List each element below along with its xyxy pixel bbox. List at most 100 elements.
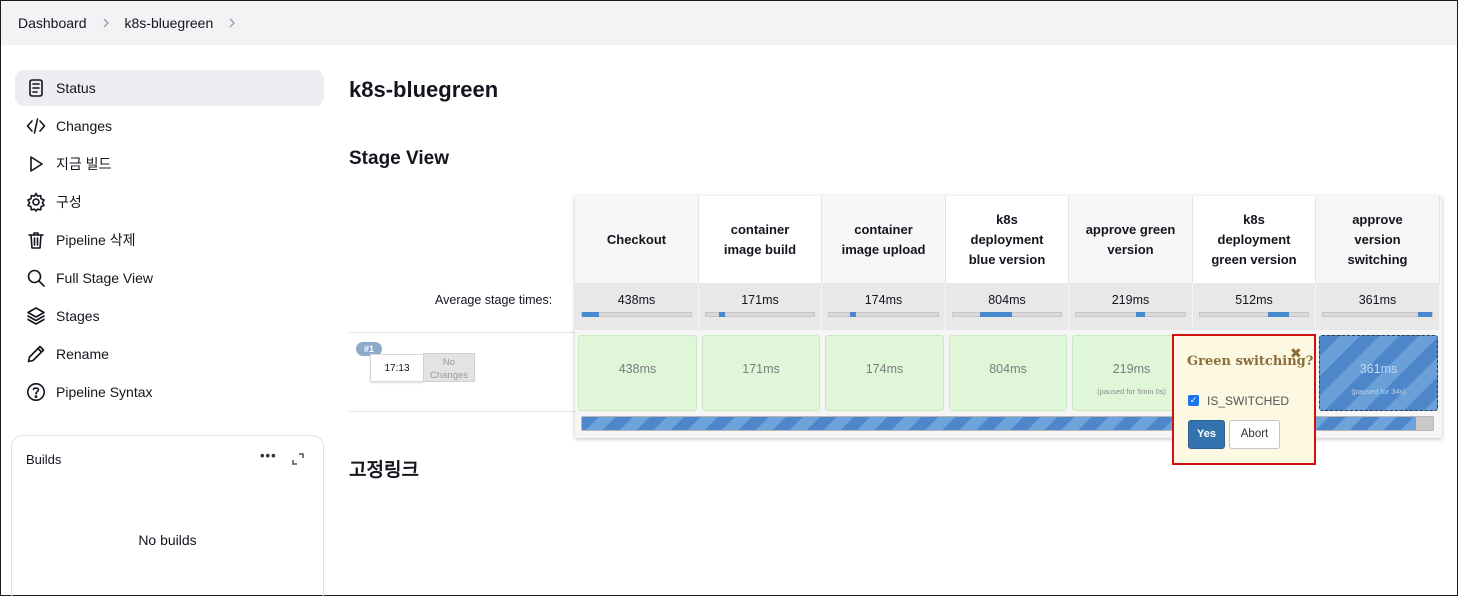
stage-average-time: 219ms [1111, 293, 1150, 307]
stage-duration: 804ms [989, 362, 1027, 376]
sidebar-item-changes[interactable]: Changes [15, 108, 324, 144]
no-builds-message: No builds [138, 532, 197, 548]
stage-average-cell: 174ms [822, 283, 946, 330]
stage-average-time: 174ms [864, 293, 903, 307]
stage-average-bar [1322, 312, 1433, 317]
stage-average-cell: 438ms [575, 283, 699, 330]
stage-average-time: 171ms [741, 293, 779, 307]
stage-average-cell: 512ms [1193, 283, 1316, 330]
expand-icon[interactable] [292, 452, 304, 465]
yes-button[interactable]: Yes [1188, 420, 1225, 449]
pencil-icon [26, 344, 46, 364]
sidebar-item-label: Changes [56, 118, 113, 134]
stage-name: Checkout [606, 231, 667, 247]
breadcrumb: Dashboard k8s-bluegreen [1, 1, 1457, 45]
stage-duration: 174ms [865, 362, 904, 376]
permalinks-heading: 고정링크 [349, 460, 419, 481]
sidebar-item-rename[interactable]: Rename [15, 336, 324, 372]
sidebar-item-label: Full Stage View [56, 270, 154, 286]
stage-average-cell: 219ms [1069, 283, 1193, 330]
stage-name: approve version switching [1347, 211, 1408, 267]
sidebar-item-delete-pipeline[interactable]: Pipeline 삭제 [15, 222, 324, 258]
gear-icon [26, 192, 46, 212]
stage-view-heading: Stage View [349, 148, 449, 169]
stage-header: k8s deployment blue version [946, 196, 1069, 283]
stage-result-cell[interactable]: 804ms [949, 335, 1067, 411]
stage-header: Checkout [575, 196, 699, 283]
sidebar-item-label: Pipeline 삭제 [56, 232, 136, 248]
average-stage-times-label: Average stage times: [435, 293, 553, 307]
stage-duration: 361ms [1359, 362, 1398, 376]
sidebar-item-label: Status [56, 80, 96, 96]
sidebar-item-pipeline-syntax[interactable]: Pipeline Syntax [15, 374, 324, 410]
sidebar-item-label: 지금 빌드 [56, 156, 112, 172]
build-time: 17:13 [370, 354, 424, 382]
stage-average-bar [581, 312, 692, 317]
stage-average-bar [705, 312, 815, 317]
stage-result-cell[interactable]: 174ms [825, 335, 944, 411]
stage-header: container image upload [822, 196, 946, 283]
layers-icon [26, 306, 46, 326]
stage-result-cell[interactable]: 438ms [578, 335, 697, 411]
sidebar-item-label: 구성 [56, 194, 82, 210]
stage-result-cell[interactable]: 171ms [702, 335, 820, 411]
sidebar-item-label: Rename [56, 346, 109, 362]
stage-average-cell: 361ms [1316, 283, 1440, 330]
stage-average-bar-fill [1417, 312, 1432, 317]
stage-header: k8s deployment green version [1193, 196, 1316, 283]
stage-duration: 438ms [618, 362, 657, 376]
chevron-right-icon[interactable] [101, 18, 111, 28]
stage-average-bar-fill [980, 312, 1013, 317]
is-switched-checkbox[interactable]: ✓ [1188, 395, 1199, 406]
play-icon [26, 154, 46, 174]
trash-icon [26, 230, 46, 250]
sidebar-item-stages[interactable]: Stages [15, 298, 324, 334]
stage-header: container image build [699, 196, 822, 283]
sidebar-item-configure[interactable]: 구성 [15, 184, 324, 220]
stage-paused-note: (paused for 34s) [1351, 387, 1406, 396]
sidebar-item-build-now[interactable]: 지금 빌드 [15, 146, 324, 182]
builds-title: Builds [26, 452, 62, 467]
search-icon [26, 268, 46, 288]
more-options-icon[interactable]: ••• [260, 448, 277, 463]
builds-panel: Builds ••• No builds [11, 435, 324, 596]
sidebar-item-label: Stages [56, 308, 100, 324]
stage-average-cell: 171ms [699, 283, 822, 330]
sidebar-item-status[interactable]: Status [15, 70, 324, 106]
stage-average-bar [1199, 312, 1309, 317]
stage-name: approve green version [1085, 221, 1176, 257]
stage-duration: 171ms [742, 362, 780, 376]
stage-header: approve green version [1069, 196, 1193, 283]
help-icon [26, 382, 46, 402]
stage-average-time: 438ms [617, 293, 656, 307]
document-icon [26, 78, 46, 98]
build-run-row: #1 17:13 No Changes [349, 332, 576, 412]
stage-average-time: 512ms [1235, 293, 1273, 307]
chevron-right-icon[interactable] [227, 18, 237, 28]
page-title: k8s-bluegreen [349, 77, 499, 102]
stage-name: k8s deployment green version [1211, 211, 1297, 267]
sidebar: Status Changes 지금 빌드 구성 Pipeline 삭제 Full… [15, 70, 324, 412]
sidebar-item-label: Pipeline Syntax [56, 384, 153, 400]
sidebar-item-full-stage-view[interactable]: Full Stage View [15, 260, 324, 296]
stage-average-time: 804ms [988, 293, 1026, 307]
stage-name: container image upload [841, 221, 926, 257]
stage-result-cell[interactable]: 361ms (paused for 34s) [1319, 335, 1438, 411]
stage-average-bar [1075, 312, 1186, 317]
stage-average-time: 361ms [1358, 293, 1397, 307]
input-prompt-popover: Green switching? ✖ ✓ IS_SWITCHED Yes Abo… [1172, 334, 1316, 465]
close-icon[interactable]: ✖ [1290, 345, 1302, 362]
stage-header: approve version switching [1316, 196, 1440, 283]
stage-average-bar-fill [1268, 312, 1289, 317]
code-icon [26, 116, 46, 136]
breadcrumb-dashboard-link[interactable]: Dashboard [18, 15, 87, 31]
stage-name: k8s deployment blue version [968, 211, 1046, 267]
stage-average-bar-fill [582, 312, 600, 317]
stage-name: container image build [723, 221, 797, 257]
stage-average-bar-fill [849, 312, 857, 317]
stage-average-bar-fill [1135, 312, 1145, 317]
breadcrumb-job-link[interactable]: k8s-bluegreen [125, 15, 214, 31]
is-switched-label: IS_SWITCHED [1207, 394, 1290, 408]
abort-button[interactable]: Abort [1229, 420, 1280, 449]
build-changes[interactable]: No Changes [423, 353, 475, 382]
